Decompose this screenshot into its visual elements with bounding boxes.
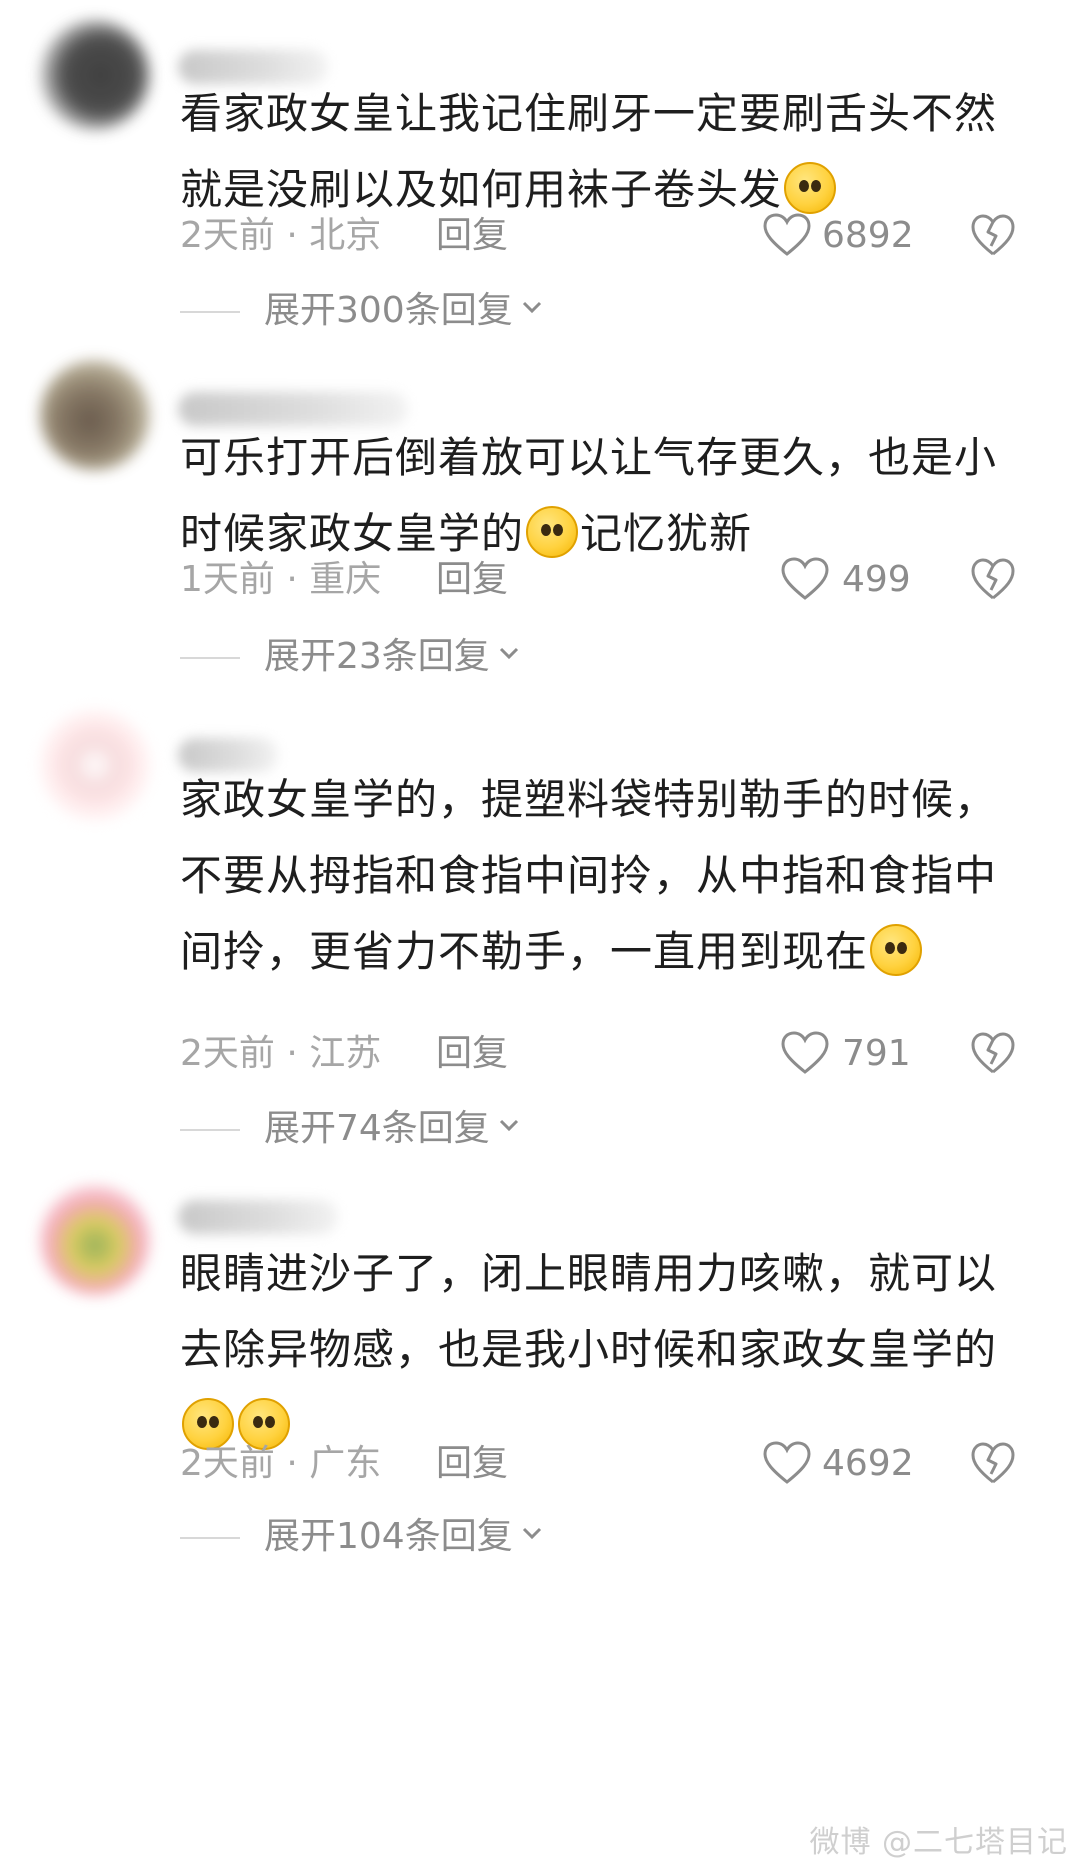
chevron-down-icon [499,1119,518,1132]
broken-heart-icon[interactable] [970,556,1016,602]
time-location: 2天前 · 江苏 [180,1033,382,1074]
comment-meta: 1天前 · 重庆 回复 499 [180,550,1060,610]
divider [180,657,240,659]
divider [180,1129,240,1131]
reply-button[interactable]: 回复 [436,206,508,266]
like-count: 4692 [822,1443,914,1484]
broken-heart-icon[interactable] [970,1440,1016,1486]
heart-outline-icon[interactable] [780,556,830,602]
divider [180,1537,240,1539]
comment-text-body: 眼睛进沙子了，闭上眼睛用力咳嗽，就可以去除异物感，也是我小时候和家政女皇学的 [180,1249,998,1374]
like-count: 499 [842,559,911,600]
chevron-down-icon [522,301,541,314]
avatar[interactable] [40,20,150,130]
time-location: 1天前 · 重庆 [180,559,382,600]
avatar[interactable] [40,1185,150,1295]
reply-button[interactable]: 回复 [436,550,508,610]
comment-text-body: 看家政女皇让我记住刷牙一定要刷舌头不然就是没刷以及如何用袜子卷头发 [180,89,998,214]
divider [180,311,240,313]
watermark: 微博 @二七塔目记 [809,1825,1068,1860]
time-location: 2天前 · 广东 [180,1443,382,1484]
avatar[interactable] [40,710,150,820]
broken-heart-icon[interactable] [970,212,1016,258]
comment-meta: 2天前 · 江苏 回复 791 [180,1024,1060,1084]
heart-outline-icon[interactable] [762,1440,812,1486]
broken-heart-icon[interactable] [970,1030,1016,1076]
like-count: 791 [842,1033,911,1074]
emoji-face-icon [870,924,923,976]
chevron-down-icon [499,647,518,660]
expand-replies-label: 展开104条回复 [264,1516,513,1557]
heart-outline-icon[interactable] [762,212,812,258]
like-count: 6892 [822,215,914,256]
avatar[interactable] [40,360,150,470]
time-location: 2天前 · 北京 [180,215,382,256]
comment-meta: 2天前 · 广东 回复 4692 [180,1434,1060,1494]
expand-replies-label: 展开74条回复 [264,1108,490,1149]
comment-text: 眼睛进沙子了，闭上眼睛用力咳嗽，就可以去除异物感，也是我小时候和家政女皇学的 [180,1236,1010,1464]
heart-outline-icon[interactable] [780,1030,830,1076]
reply-button[interactable]: 回复 [436,1024,508,1084]
expand-replies-label: 展开23条回复 [264,636,490,677]
comment-meta: 2天前 · 北京 回复 6892 [180,206,1060,266]
chevron-down-icon [522,1527,541,1540]
username-blurred[interactable] [178,1200,338,1234]
reply-button[interactable]: 回复 [436,1434,508,1494]
comment-text: 家政女皇学的，提塑料袋特别勒手的时候，不要从拇指和食指中间拎，从中指和食指中间拎… [180,762,1010,990]
expand-replies-label: 展开300条回复 [264,290,513,331]
